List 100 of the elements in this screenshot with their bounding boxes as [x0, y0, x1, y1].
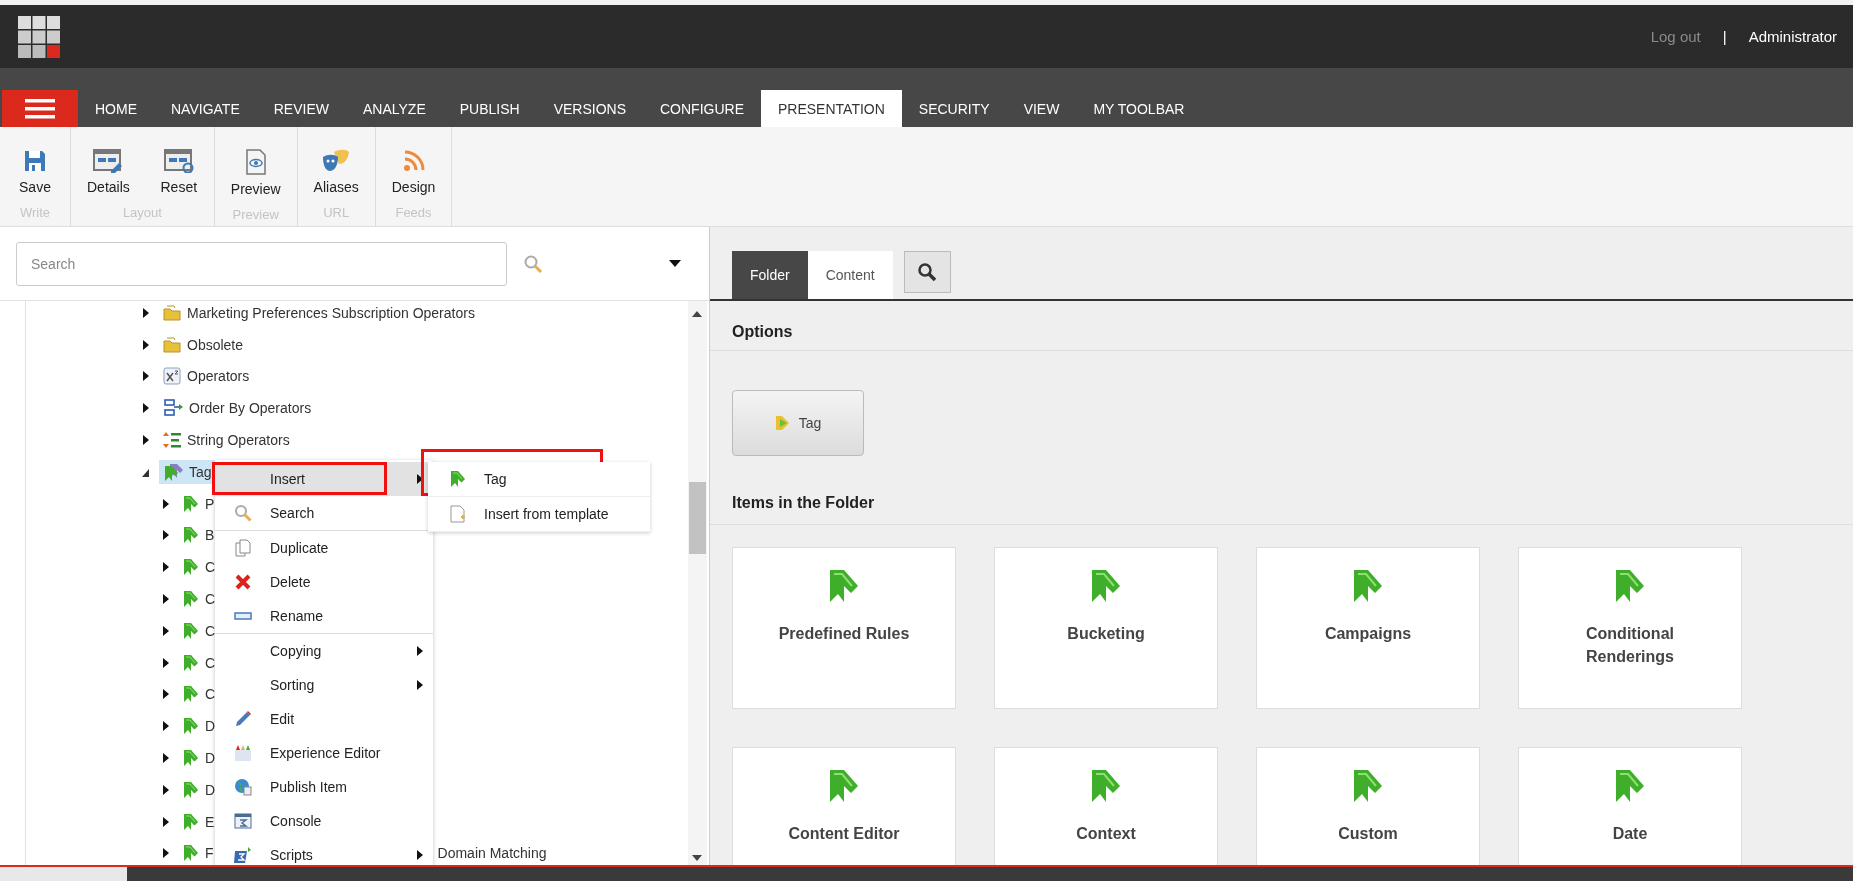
expand-arrow-icon[interactable] — [142, 338, 150, 351]
editor-tab[interactable]: Content — [807, 251, 893, 299]
tag-icon — [183, 653, 199, 672]
tag-icon — [183, 844, 199, 863]
expand-arrow-icon[interactable] — [142, 306, 150, 319]
tag-icon — [1089, 568, 1123, 604]
ribbon-tab[interactable]: MY TOOLBAR — [1076, 90, 1202, 127]
ribbon-tab[interactable]: PRESENTATION — [761, 90, 902, 127]
expand-arrow-icon[interactable] — [162, 624, 170, 637]
menu-icon — [25, 98, 55, 119]
search-icon — [233, 504, 252, 522]
expand-arrow-icon[interactable] — [162, 593, 170, 606]
tag-icon — [183, 590, 199, 609]
menu-item[interactable]: Tag — [428, 462, 650, 497]
rename-icon — [233, 612, 252, 620]
submenu-arrow-icon — [417, 474, 423, 484]
scrollbar[interactable] — [688, 301, 707, 865]
editor-tab[interactable]: Folder — [732, 251, 808, 299]
search-field[interactable]: Search — [16, 241, 507, 286]
tag-icon — [183, 717, 199, 736]
flowchart-icon — [163, 399, 183, 418]
expand-arrow-icon[interactable] — [162, 656, 170, 669]
tree-item[interactable]: Obsolete — [159, 332, 248, 357]
ribbon-tab[interactable]: SECURITY — [901, 90, 1007, 127]
ribbon-tab[interactable]: PUBLISH — [442, 90, 537, 127]
expand-arrow-icon[interactable] — [162, 561, 170, 574]
tag-icon — [1613, 768, 1647, 804]
tag-icon — [183, 749, 199, 768]
item-card[interactable]: Predefined Rules — [732, 547, 956, 709]
tag-icon — [1351, 768, 1385, 804]
menu-button[interactable] — [2, 90, 78, 127]
rss-feed-icon — [401, 149, 426, 173]
tag-icon — [1089, 768, 1123, 804]
ribbon-tab[interactable]: CONFIGURE — [643, 90, 761, 127]
expand-arrow-icon[interactable] — [142, 402, 150, 415]
tree-item[interactable]: String Operators — [159, 428, 294, 453]
section-heading: Options — [710, 301, 1853, 351]
sort-list-icon — [163, 431, 181, 450]
tree-item[interactable]: Tag — [159, 459, 216, 484]
pencil-icon — [233, 710, 252, 728]
ribbon-tab[interactable]: ANALYZE — [345, 90, 443, 127]
tag-icon — [183, 526, 199, 545]
expand-arrow-icon[interactable] — [142, 370, 150, 383]
option-button[interactable]: Tag — [732, 390, 864, 456]
new-document-icon — [450, 505, 466, 523]
globe-icon — [233, 778, 252, 796]
tree-item[interactable]: Marketing Preferences Subscription Operators — [159, 300, 479, 325]
expand-arrow-icon[interactable] — [162, 815, 170, 828]
section-heading: Items in the Folder — [710, 481, 1853, 525]
item-card[interactable]: Date — [1518, 747, 1742, 865]
expand-arrow-icon[interactable] — [162, 497, 170, 510]
tag-icon — [450, 470, 466, 488]
tree-item[interactable]: F — [179, 841, 218, 865]
expand-arrow-icon[interactable] — [162, 752, 170, 765]
tag-icon — [827, 768, 861, 804]
ribbon-button[interactable]: Details — [77, 149, 140, 195]
expand-arrow-icon[interactable] — [162, 720, 170, 733]
theater-masks-icon — [321, 149, 352, 173]
expand-arrow-icon[interactable] — [162, 783, 170, 796]
item-card[interactable]: Conditional Renderings — [1518, 547, 1742, 709]
item-card[interactable]: Bucketing — [994, 547, 1218, 709]
ribbon-button[interactable]: Preview — [220, 149, 291, 197]
ribbon-button[interactable]: Design — [381, 149, 446, 195]
logout-link[interactable]: Log out — [1650, 28, 1701, 45]
tree-item[interactable]: Order By Operators — [159, 396, 316, 421]
ribbon-tab[interactable]: HOME — [78, 90, 154, 127]
submenu-arrow-icon — [417, 850, 423, 860]
expand-arrow-icon[interactable] — [142, 434, 150, 447]
ribbon-tab[interactable]: NAVIGATE — [154, 90, 257, 127]
expand-arrow-icon[interactable] — [162, 529, 170, 542]
menu-item[interactable]: Scripts — [215, 838, 433, 865]
ribbon-button[interactable]: Save — [6, 149, 64, 195]
ribbon-tab[interactable]: REVIEW — [256, 90, 346, 127]
ribbon-button[interactable]: Aliases — [303, 149, 369, 195]
delete-icon — [234, 574, 251, 590]
search-button[interactable] — [903, 251, 951, 293]
ribbon-button[interactable]: Reset — [149, 149, 208, 195]
expand-arrow-icon[interactable] — [162, 688, 170, 701]
item-card[interactable]: Campaigns — [1256, 547, 1480, 709]
item-card[interactable]: Custom — [1256, 747, 1480, 865]
scroll-up-icon[interactable] — [692, 311, 702, 317]
user-name[interactable]: Administrator — [1748, 28, 1837, 45]
ribbon-tab[interactable]: VERSIONS — [536, 90, 643, 127]
menu-item[interactable]: Insert from template — [428, 497, 650, 532]
console-icon — [233, 813, 252, 829]
item-card[interactable]: Content Editor — [732, 747, 956, 865]
dropdown-caret-icon[interactable] — [669, 259, 681, 268]
item-card[interactable]: Context — [994, 747, 1218, 865]
tag-icon — [827, 568, 861, 604]
ribbon-tab[interactable]: VIEW — [1006, 90, 1077, 127]
scroll-down-icon[interactable] — [692, 855, 702, 862]
folder-icon — [163, 336, 181, 353]
tags-icon — [163, 462, 183, 481]
layout-edit-icon — [93, 149, 124, 173]
scroll-thumb[interactable] — [689, 482, 706, 554]
document-eye-icon — [243, 149, 268, 175]
app-logo[interactable] — [18, 15, 60, 58]
tree-item[interactable]: Operators — [159, 364, 254, 389]
tag-icon — [183, 494, 199, 513]
expand-arrow-icon[interactable] — [162, 847, 170, 860]
